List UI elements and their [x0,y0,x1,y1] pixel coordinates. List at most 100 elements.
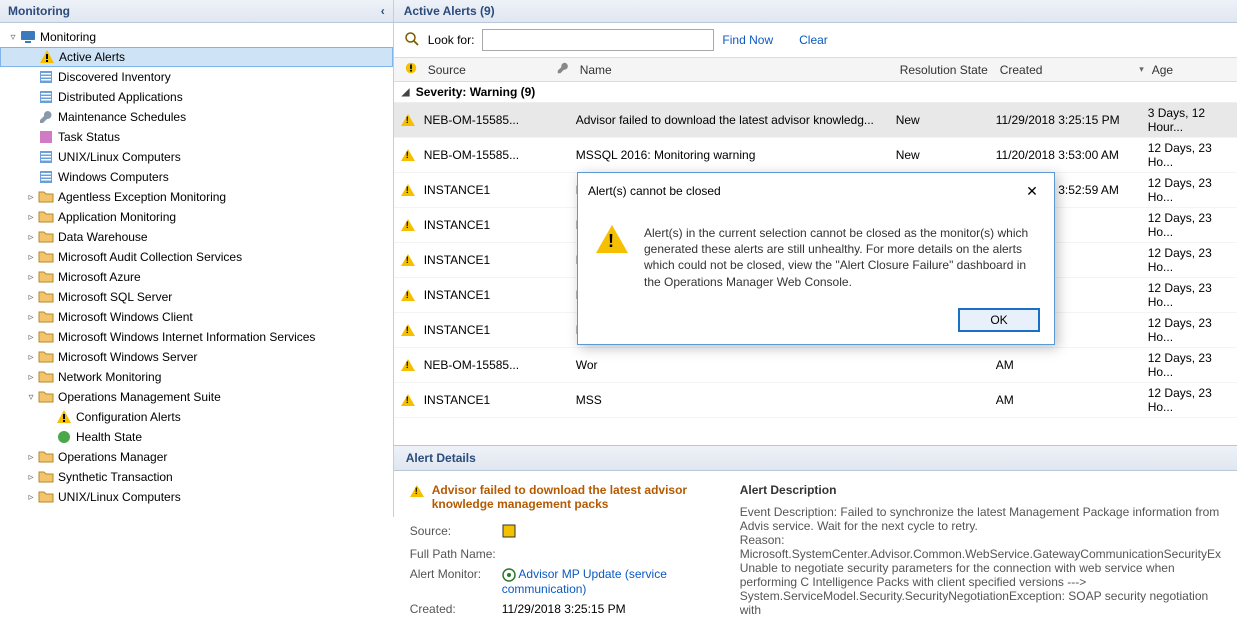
header-name[interactable]: Name [576,63,896,77]
header-source[interactable]: Source [424,63,552,77]
maint-icon [38,109,54,125]
tree-node[interactable]: Task Status [0,127,393,147]
tree-node[interactable]: Discovered Inventory [0,67,393,87]
cell-source: NEB-OM-15585... [424,148,552,162]
tree-node[interactable]: UNIX/Linux Computers [0,147,393,167]
alert-row[interactable]: NEB-OM-15585...MSSQL 2016: Monitoring wa… [394,138,1237,173]
twisty-icon[interactable]: ▹ [24,352,38,363]
tree-node[interactable]: Active Alerts [0,47,393,67]
clear-link[interactable]: Clear [799,33,828,47]
main-title: Active Alerts (9) [394,0,1237,23]
tree-node[interactable]: ▹Microsoft Windows Client [0,307,393,327]
twisty-icon[interactable]: ▹ [24,472,38,483]
find-now-link[interactable]: Find Now [722,33,773,47]
collapse-sidebar-icon[interactable]: ‹ [381,4,385,18]
tree-node[interactable]: ▹Microsoft Windows Server [0,347,393,367]
tree-label: Application Monitoring [58,210,176,224]
header-maint-icon[interactable] [552,61,576,78]
twisty-icon[interactable]: ▹ [24,292,38,303]
warning-icon [596,225,628,290]
tree-node[interactable]: ▹ Data Warehouse [0,227,393,247]
group-severity-warning[interactable]: ◢ Severity: Warning (9) [394,82,1237,103]
tree-label: Data Warehouse [58,230,148,244]
tree-node[interactable]: ▹ Microsoft Azure [0,267,393,287]
tree-label: Maintenance Schedules [58,110,186,124]
tree-label: Microsoft Audit Collection Services [58,250,242,264]
cell-age: 3 Days, 12 Hour... [1148,106,1231,134]
cell-resolution: New [896,113,996,127]
twisty-icon[interactable]: ▹ [24,192,38,203]
twisty-icon[interactable]: ▹ [24,232,38,243]
health-icon [56,429,72,445]
header-created[interactable]: Created ▾ [996,63,1148,77]
twisty-icon[interactable]: ▹ [24,452,38,463]
cell-source: INSTANCE1 [424,218,552,232]
nav-sidebar: Monitoring ‹ ▿MonitoringActive AlertsDis… [0,0,394,517]
alert-details-body: Advisor failed to download the latest ad… [394,471,1237,631]
twisty-icon[interactable]: ▹ [24,212,38,223]
header-resolution[interactable]: Resolution State [896,63,996,77]
tree-node[interactable]: ▿Monitoring [0,27,393,47]
cell-age: 12 Days, 23 Ho... [1148,386,1231,414]
folder-icon [38,369,54,385]
twisty-icon[interactable]: ▹ [24,372,38,383]
tree-node[interactable]: ▿Operations Management Suite [0,387,393,407]
header-age[interactable]: Age [1148,63,1231,77]
tree-label: Operations Manager [58,450,167,464]
search-icon [404,31,420,50]
monitor-icon [20,29,36,45]
cell-age: 12 Days, 23 Ho... [1148,176,1231,204]
warning-icon [400,357,416,373]
tree-node[interactable]: ▹ Application Monitoring [0,207,393,227]
tree-label: Microsoft Azure [58,270,141,284]
tree-node[interactable]: Configuration Alerts [0,407,393,427]
tree-node[interactable]: Maintenance Schedules [0,107,393,127]
tree-node[interactable]: ▹Agentless Exception Monitoring [0,187,393,207]
twisty-icon[interactable]: ▿ [24,392,38,403]
search-input[interactable] [482,29,714,51]
warning-icon [400,287,416,303]
group-twisty-icon[interactable]: ◢ [402,87,416,98]
tree-node[interactable]: ▹Microsoft Windows Internet Information … [0,327,393,347]
cell-age: 12 Days, 23 Ho... [1148,211,1231,239]
folder-icon [38,229,54,245]
twisty-icon[interactable]: ▿ [6,32,20,43]
twisty-icon[interactable]: ▹ [24,252,38,263]
tree-node[interactable]: ▹ Microsoft Audit Collection Services [0,247,393,267]
alert-description-text: Event Description: Failed to synchronize… [740,505,1221,617]
cell-age: 12 Days, 23 Ho... [1148,316,1231,344]
twisty-icon[interactable]: ▹ [24,272,38,283]
cell-age: 12 Days, 23 Ho... [1148,281,1231,309]
folder-icon [38,489,54,505]
ok-button[interactable]: OK [958,308,1040,332]
value-created: 11/29/2018 3:25:15 PM [502,602,710,616]
folder-icon [38,329,54,345]
tree-node[interactable]: Health State [0,427,393,447]
tree-node[interactable]: ▹ Operations Manager [0,447,393,467]
cell-age: 12 Days, 23 Ho... [1148,141,1231,169]
twisty-icon[interactable]: ▹ [24,312,38,323]
twisty-icon[interactable]: ▹ [24,332,38,343]
tree-node[interactable]: ▹Network Monitoring [0,367,393,387]
tree-node[interactable]: Windows Computers [0,167,393,187]
monitor-link[interactable]: Advisor MP Update (service communication… [502,567,667,596]
dialog-title: Alert(s) cannot be closed [588,184,721,198]
tree-node[interactable]: ▹UNIX/Linux Computers [0,487,393,507]
tree-label: UNIX/Linux Computers [58,150,181,164]
cell-name: Wor [576,358,896,372]
alert-row[interactable]: INSTANCE1MSSAM12 Days, 23 Ho... [394,383,1237,418]
tree-node[interactable]: ▹Synthetic Transaction [0,467,393,487]
label-source: Source: [410,524,502,541]
twisty-icon[interactable]: ▹ [24,492,38,503]
alert-row[interactable]: NEB-OM-15585...Advisor failed to downloa… [394,103,1237,138]
task-icon [38,129,54,145]
tree-node[interactable]: Distributed Applications [0,87,393,107]
tree-node[interactable]: ▹Microsoft SQL Server [0,287,393,307]
header-severity-icon[interactable] [400,61,424,78]
folder-icon [38,349,54,365]
close-icon[interactable]: ✕ [1020,179,1044,203]
sidebar-title-bar: Monitoring ‹ [0,0,393,23]
cell-source: INSTANCE1 [424,393,552,407]
look-for-label: Look for: [428,33,475,47]
alert-row[interactable]: NEB-OM-15585...WorAM12 Days, 23 Ho... [394,348,1237,383]
